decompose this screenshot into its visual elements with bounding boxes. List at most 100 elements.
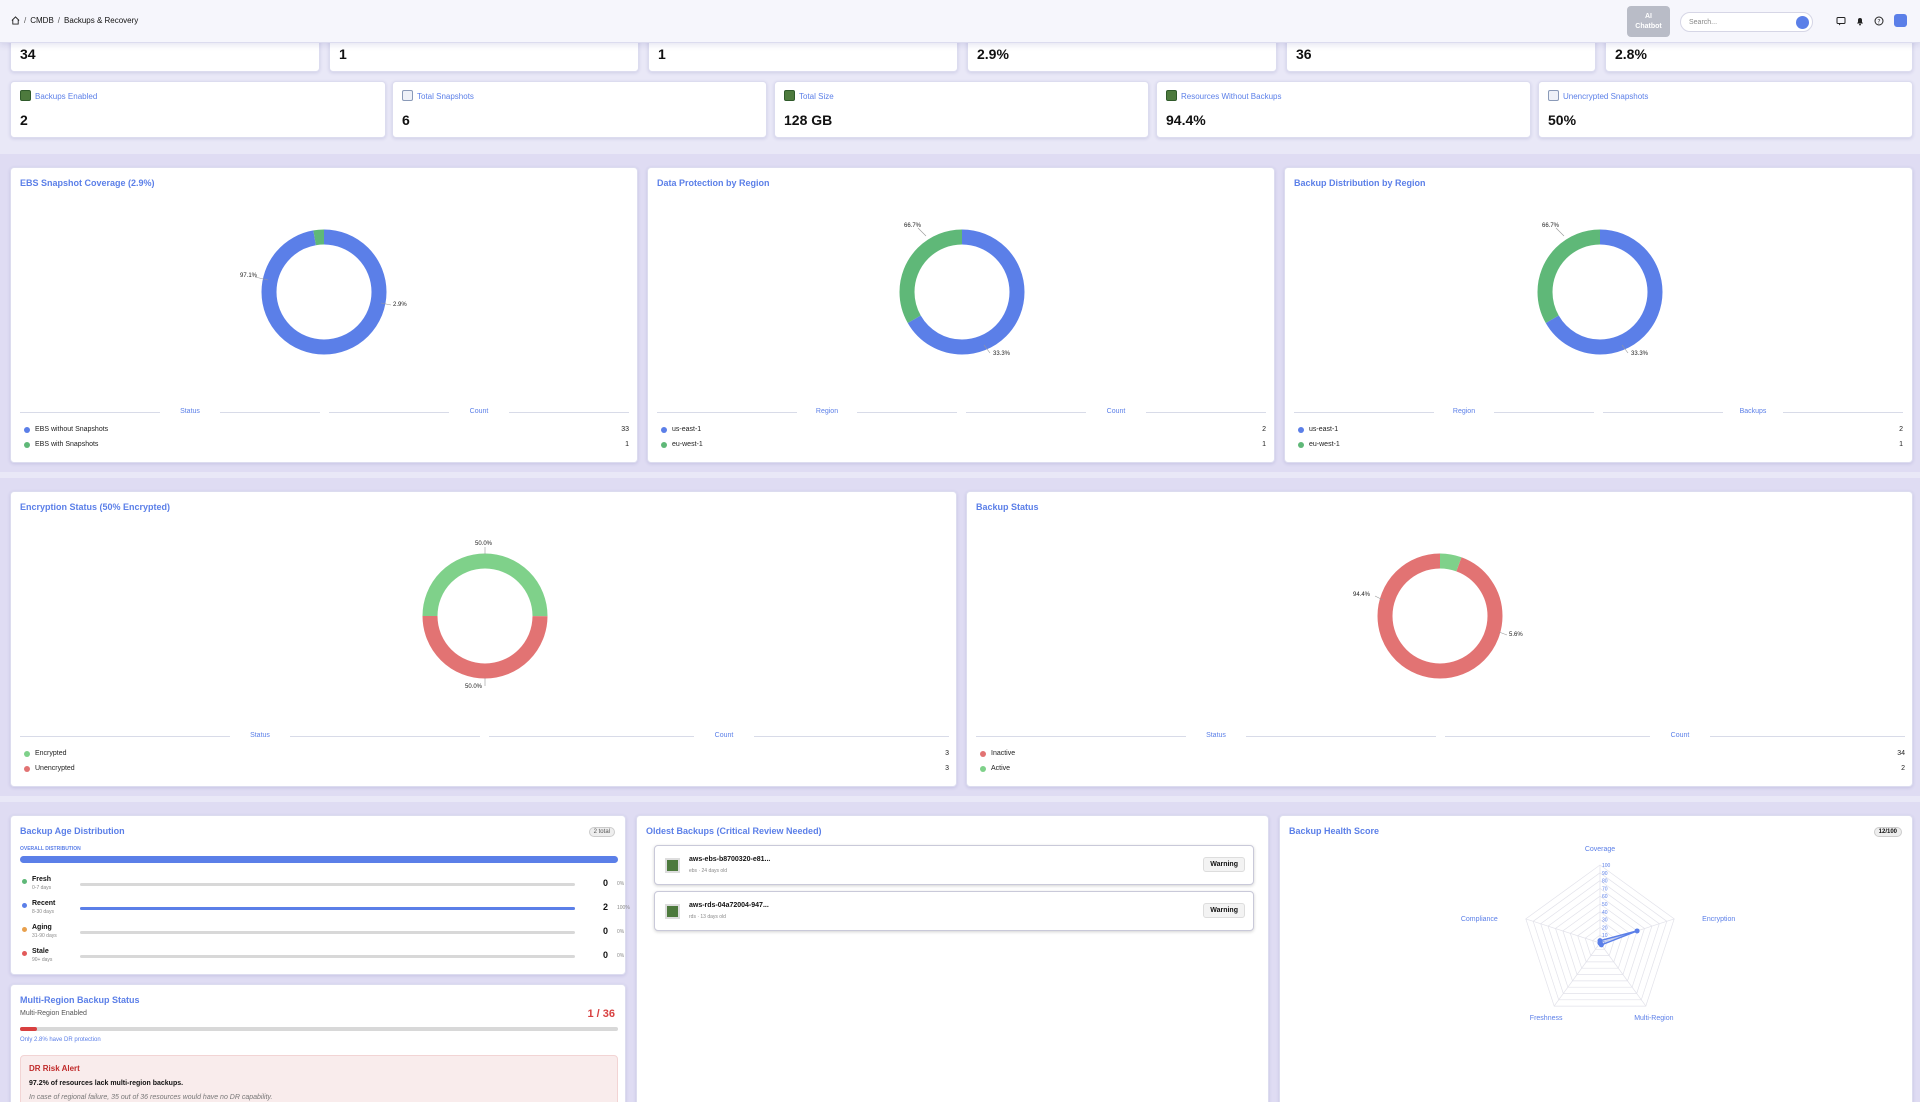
donut-slice-ebs-without[interactable] [261, 229, 387, 355]
legend-row[interactable]: EBS with Snapshots [24, 441, 98, 448]
radar-axis-label: Multi-Region [1634, 1015, 1673, 1022]
kpi-card-total-snapshots: Total Snapshots 6 [392, 81, 767, 138]
card-title: Multi-Region Backup Status [20, 995, 140, 1005]
radar-tick-label: 40 [1602, 910, 1608, 916]
encryption-status-card: Encryption Status (50% Encrypted) 50.0% … [10, 491, 957, 787]
settings-icon[interactable] [1894, 14, 1907, 27]
radar-tick-label: 60 [1602, 894, 1608, 900]
legend-column-header: Count [714, 732, 734, 739]
multi-region-sub: Multi-Region Enabled [20, 1010, 87, 1017]
legend-label: Encrypted [35, 750, 67, 757]
chip-icon [665, 904, 680, 919]
legend-label: EBS without Snapshots [35, 426, 109, 433]
ai-chatbot-label: AI [1645, 13, 1652, 20]
age-name: Recent [32, 900, 56, 907]
chat-icon[interactable] [1836, 16, 1846, 26]
legend-label: eu-west-1 [1309, 441, 1340, 448]
radar-axis-label: Encryption [1702, 916, 1735, 923]
kpi-label: Total Size [799, 92, 834, 101]
backup-status-card: Backup Status 94.4% 5.6% Status Count In… [966, 491, 1913, 787]
overall-distribution-label: OVERALL DISTRIBUTION [20, 846, 81, 852]
legend-row[interactable]: eu-west-1 [661, 441, 703, 448]
breadcrumb-item-current: Backups & Recovery [64, 16, 139, 25]
breadcrumb: / CMDB / Backups & Recovery [11, 16, 138, 25]
bell-icon[interactable] [1855, 16, 1865, 26]
legend-row[interactable]: us-east-1 [1298, 426, 1338, 433]
legend-column-header: Count [1670, 732, 1690, 739]
pie-label: 5.6% [1509, 632, 1523, 638]
search-input[interactable]: Search... [1680, 12, 1813, 32]
kpi-value: 2.9% [977, 46, 1009, 62]
status-badge: Warning [1203, 903, 1245, 918]
legend-count: 2 [1901, 765, 1905, 772]
backup-distribution-card: Backup Distribution by Region 66.7% 33.3… [1284, 167, 1913, 463]
home-icon[interactable] [11, 16, 20, 25]
multi-region-card: Multi-Region Backup Status Multi-Region … [10, 984, 626, 1102]
ai-chatbot-button[interactable]: AI Chatbot [1627, 6, 1670, 37]
breadcrumb-item-cmdb[interactable]: CMDB [30, 16, 54, 25]
kpi-card-resources-without-backups: Resources Without Backups 94.4% [1156, 81, 1531, 138]
radar-tick-label: 80 [1602, 879, 1608, 885]
search-icon[interactable] [1796, 16, 1809, 29]
radar-axis-label: Compliance [1461, 916, 1498, 923]
legend-label: Unencrypted [35, 765, 75, 772]
kpi-label: Resources Without Backups [1181, 92, 1282, 101]
chip-icon [784, 90, 795, 101]
kpi-label: Total Snapshots [417, 92, 474, 101]
legend-row[interactable]: Unencrypted [24, 765, 75, 772]
age-name: Aging [32, 924, 52, 931]
distribution-donut-chart [1537, 227, 1663, 355]
dr-risk-alert: DR Risk Alert 97.2% of resources lack mu… [20, 1055, 618, 1102]
age-range: 0-7 days [32, 885, 52, 891]
donut-slice-inactive[interactable] [1377, 553, 1503, 679]
region-protection-card: Data Protection by Region 66.7% 33.3% Re… [647, 167, 1275, 463]
age-row-stale: Stale 90+ days 0 0% [20, 948, 624, 968]
status-dot [22, 927, 27, 932]
age-range: 90+ days [32, 957, 53, 963]
age-count: 0 [603, 950, 609, 960]
legend-count: 1 [1262, 441, 1266, 448]
region-donut-chart [899, 227, 1025, 355]
age-name: Stale [32, 948, 49, 955]
legend-row[interactable]: Encrypted [24, 750, 67, 757]
legend-label: us-east-1 [1309, 426, 1339, 433]
svg-text:?: ? [1877, 18, 1880, 25]
age-pct: 0% [617, 929, 625, 935]
pie-label: 66.7% [1542, 223, 1560, 229]
legend-row[interactable]: eu-west-1 [1298, 441, 1340, 448]
kpi-value: 50% [1548, 112, 1577, 128]
backup-name: aws-rds-04a72004-947... [689, 902, 769, 909]
radar-axis-label: Coverage [1585, 846, 1615, 853]
legend-count: 3 [945, 750, 949, 757]
health-score-card: Backup Health Score 12/100 100 90 80 70 60 50… [1279, 815, 1913, 1102]
kpi-value: 2.8% [1615, 46, 1647, 62]
legend-column-header: Region [1452, 408, 1476, 415]
legend-count: 2 [1899, 426, 1903, 433]
kpi-value: 34 [20, 46, 36, 62]
pie-label: 50.0% [465, 684, 483, 690]
radar-tick-label: 70 [1602, 886, 1608, 892]
pie-label: 33.3% [1631, 351, 1649, 357]
card-title: Backup Age Distribution [20, 826, 125, 836]
age-pct: 100% [617, 905, 630, 911]
legend-column-header: Status [180, 408, 200, 415]
legend-row[interactable]: us-east-1 [661, 426, 701, 433]
legend-row[interactable]: Active [980, 765, 1010, 772]
search-placeholder: Search... [1689, 19, 1718, 26]
legend-column-header: Status [1206, 732, 1226, 739]
legend-row[interactable]: Inactive [980, 750, 1015, 757]
backup-status-donut-chart [1374, 553, 1508, 679]
oldest-backup-item[interactable]: aws-ebs-b8700320-e81... ebs · 24 days ol… [654, 845, 1254, 885]
kpi-value: 1 [658, 46, 666, 62]
legend-row[interactable]: EBS without Snapshots [24, 426, 108, 433]
radar-axis [1525, 918, 1601, 944]
oldest-backup-item[interactable]: aws-rds-04a72004-947... rds · 13 days ol… [654, 891, 1254, 931]
age-name: Fresh [32, 876, 52, 883]
chip-icon [1166, 90, 1177, 101]
age-count: 2 [603, 902, 609, 912]
status-dot [22, 879, 27, 884]
radar-point-compliance[interactable] [1597, 940, 1603, 946]
radar-point-encryption[interactable] [1634, 928, 1640, 934]
help-icon[interactable]: ? [1874, 16, 1884, 26]
legend-column-header: Status [250, 732, 270, 739]
